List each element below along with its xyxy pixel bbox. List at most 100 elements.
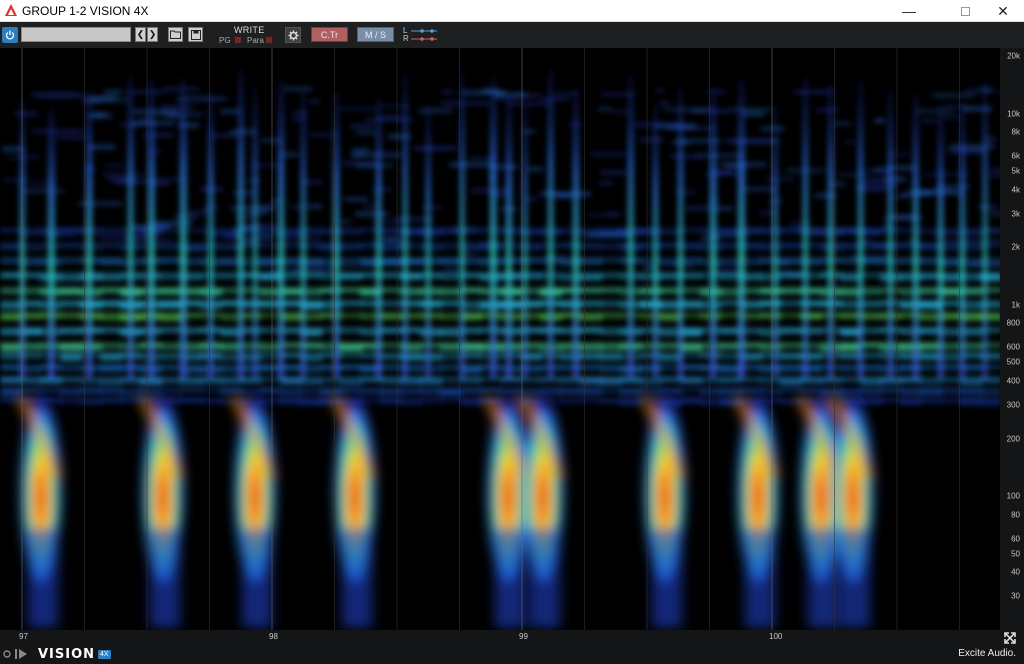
harmonic-band-mark [960,377,982,385]
harmonic-band-mark [700,388,722,395]
spectral-noise-mark [88,145,116,148]
harmonic-band-mark [600,388,622,394]
harmonic-band-mark [380,313,402,320]
harmonic-band-mark [420,258,442,265]
mid-side-button[interactable]: M / S [357,27,394,42]
channel-selector[interactable]: L R [403,26,439,44]
kick-tail [495,528,525,628]
harmonic-band-mark [560,388,582,395]
harmonic-band-mark [160,313,182,321]
harmonic-band-mark [120,388,142,396]
spectrogram-display[interactable] [0,48,1000,630]
harmonic-band-mark [600,353,622,360]
minimize-button[interactable]: — [886,0,932,22]
spectral-noise-mark [344,198,368,201]
time-axis: 97 98 99 100 [0,630,1024,644]
harmonic-band-mark [640,243,662,249]
spectral-noise-mark [271,270,300,273]
harmonic-band-mark [580,398,602,403]
harmonic-band-mark [0,328,22,336]
play-icon[interactable] [15,649,27,659]
para-write-toggle[interactable] [265,36,273,44]
harmonic-band-mark [60,365,82,371]
harmonic-band-mark [640,353,662,358]
harmonic-band-mark [760,313,782,319]
spectral-noise-mark [340,220,352,223]
spectral-noise-mark [378,116,403,119]
harmonic-band-mark [0,377,22,383]
harmonic-band-mark [60,353,82,361]
harmonic-band-mark [520,388,542,396]
harmonic-band-mark [640,301,662,308]
channel-routing-icon [411,29,437,41]
preset-next-button[interactable]: ❯ [147,27,158,42]
harmonic-band-mark [640,313,662,319]
harmonic-band-mark [580,343,602,351]
harmonic-band-mark [600,313,622,318]
freq-tick-label: 5k [1011,166,1020,176]
harmonic-band-mark [420,228,442,236]
power-button[interactable] [2,27,18,43]
transient-streak [710,88,717,378]
harmonic-band-mark [600,398,622,404]
freq-tick-label: 400 [1006,376,1020,386]
harmonic-band-mark [680,353,702,358]
harmonic-band-mark [440,288,462,296]
harmonic-band-mark [260,388,282,393]
harmonic-band-mark [640,388,662,395]
harmonic-band-mark [860,365,882,371]
transient-streak [858,80,864,378]
harmonic-band-mark [680,228,702,233]
spectral-noise-mark [669,155,701,158]
spectral-noise-mark [598,108,611,111]
freq-tick-label: 50 [1011,549,1020,559]
harmonic-band-mark [760,353,782,358]
expand-icon[interactable] [1003,631,1017,645]
harmonic-band-mark [580,313,602,321]
harmonic-band-mark [0,343,22,351]
preset-prev-button[interactable]: ❮ [135,27,146,42]
center-track-button[interactable]: C.Tr [311,27,348,42]
open-preset-button[interactable] [168,27,183,42]
settings-button[interactable] [285,27,301,43]
harmonic-band-mark [900,398,922,405]
harmonic-band-mark [760,288,782,294]
harmonic-band-mark [900,301,922,309]
harmonic-band-mark [700,398,722,406]
harmonic-band-mark [340,243,362,250]
spectral-noise-mark [528,168,543,171]
harmonic-band-mark [780,228,802,234]
settings-small-icon[interactable] [2,649,12,659]
harmonic-band-mark [400,377,422,384]
harmonic-band-mark [380,353,402,360]
spectral-noise-mark [664,108,714,111]
close-button[interactable]: ✕ [980,0,1024,22]
save-preset-button[interactable] [188,27,203,42]
harmonic-band-mark [160,258,182,263]
harmonic-band-mark [60,398,82,405]
harmonic-band-mark [120,398,142,403]
harmonic-band-mark [860,343,882,348]
pg-write-toggle[interactable] [234,36,242,44]
harmonic-band-mark [920,377,942,385]
harmonic-band-mark [920,388,942,395]
preset-field[interactable] [21,27,131,42]
spectral-noise-mark [965,239,1000,242]
spectral-noise-mark [422,206,443,209]
harmonic-band-mark [640,288,662,294]
transient-streak [628,74,634,378]
harmonic-band-mark [900,313,922,318]
harmonic-band-mark [780,343,802,348]
harmonic-band-mark [380,343,402,348]
harmonic-band-mark [340,328,362,333]
harmonic-band-mark [160,365,182,371]
time-tick-label: 98 [269,632,278,641]
transient-streak [148,79,155,379]
harmonic-band-mark [780,243,802,249]
spectral-noise-mark [556,195,572,198]
harmonic-band-mark [600,377,622,385]
transient-streak [548,68,554,378]
time-tick-label: 99 [519,632,528,641]
harmonic-band-mark [680,288,702,293]
harmonic-band-mark [420,343,442,348]
